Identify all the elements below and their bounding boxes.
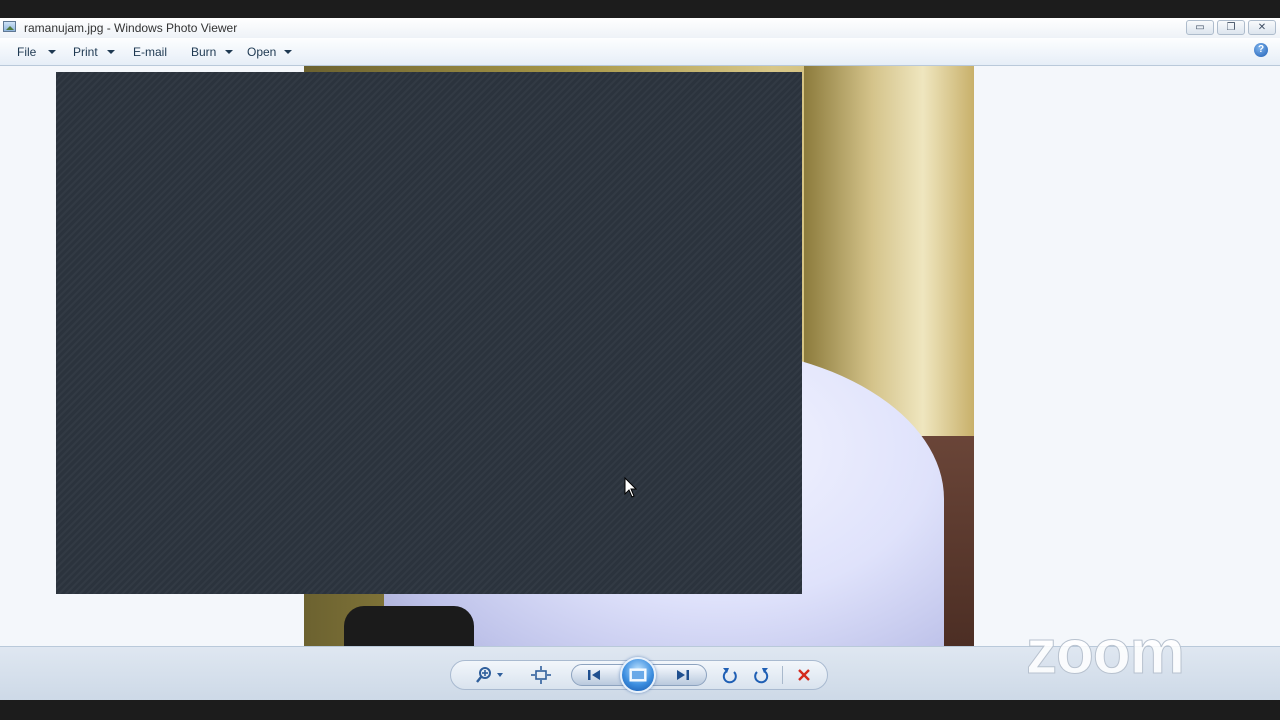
menu-email[interactable]: E-mail — [133, 45, 167, 59]
help-icon[interactable]: ? — [1254, 43, 1268, 57]
zoom-button[interactable] — [474, 663, 508, 687]
previous-icon — [588, 670, 600, 680]
command-bar: File Print E-mail Burn Open ? — [0, 38, 1280, 66]
delete-icon — [798, 669, 810, 681]
zoom-watermark-logo: zoom — [1026, 618, 1186, 687]
title-bar: ramanujam.jpg - Windows Photo Viewer ▭ ❐… — [0, 18, 1280, 39]
menu-burn[interactable]: Burn — [191, 45, 216, 59]
close-button[interactable]: ✕ — [1248, 20, 1276, 35]
mouse-cursor-icon — [624, 477, 638, 498]
chevron-down-icon[interactable] — [48, 50, 56, 54]
slideshow-icon — [629, 668, 647, 682]
photo-dark-object — [344, 606, 474, 646]
menu-print[interactable]: Print — [73, 45, 98, 59]
photo-viewer-app-icon — [3, 21, 16, 32]
menu-open[interactable]: Open — [247, 45, 276, 59]
photo-viewer-window: ramanujam.jpg - Windows Photo Viewer ▭ ❐… — [0, 18, 1280, 700]
actual-size-button[interactable] — [528, 663, 554, 687]
next-button[interactable] — [670, 663, 696, 687]
screen-top-bar — [0, 0, 1280, 18]
rotate-clockwise-icon — [754, 668, 769, 684]
window-title: ramanujam.jpg - Windows Photo Viewer — [24, 21, 238, 35]
next-icon — [677, 670, 689, 680]
zoom-icon — [476, 667, 503, 683]
rotate-counterclockwise-icon — [722, 668, 737, 684]
chevron-down-icon[interactable] — [225, 50, 233, 54]
slideshow-button[interactable] — [620, 657, 656, 693]
rotate-clockwise-button[interactable] — [748, 663, 774, 687]
delete-button[interactable] — [791, 663, 817, 687]
chevron-down-icon[interactable] — [107, 50, 115, 54]
chevron-down-icon[interactable] — [284, 50, 292, 54]
screen-bottom-bar — [0, 700, 1280, 720]
previous-button[interactable] — [581, 663, 607, 687]
actual-size-icon — [531, 666, 551, 684]
menu-file[interactable]: File — [17, 45, 36, 59]
minimize-button[interactable]: ▭ — [1186, 20, 1214, 35]
image-viewport — [0, 66, 1280, 646]
video-overlay-panel — [56, 72, 802, 594]
toolbar-separator — [782, 666, 783, 684]
restore-button[interactable]: ❐ — [1217, 20, 1245, 35]
rotate-counterclockwise-button[interactable] — [717, 663, 743, 687]
